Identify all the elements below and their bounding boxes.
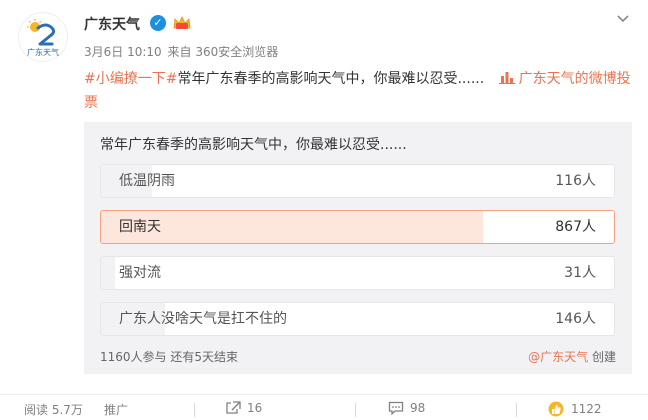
post-date[interactable]: 3月6日 10:10: [84, 45, 162, 59]
action-bar: 阅读 5.7万 推广 16 98 1122: [0, 394, 648, 420]
promote-button[interactable]: 推广: [104, 401, 128, 418]
vote-card: 常年广东春季的高影响天气中，你最难以忍受...... 低温阴雨 116人 回南天…: [84, 122, 632, 374]
comment-count: 98: [410, 401, 426, 415]
vote-option-count: 116人: [555, 173, 596, 189]
vote-option-label: 低温阴雨: [119, 173, 175, 189]
vote-icon: [498, 72, 515, 84]
more-chevron-icon[interactable]: [616, 12, 630, 28]
post-content: #小编撩一下#常年广东春季的高影响天气中，你最难以忍受...... 广东天气的微…: [84, 67, 632, 115]
like-button[interactable]: 1122: [547, 401, 602, 417]
repost-button[interactable]: 16: [225, 401, 262, 415]
vote-option[interactable]: 低温阴雨 116人: [100, 164, 615, 198]
vote-option-label: 广东人没啥天气是扛不住的: [119, 311, 287, 327]
vote-option[interactable]: 广东人没啥天气是扛不住的 146人: [100, 302, 615, 336]
weibo-post: 广东天气 广东天气 ✓ 3月6日 10:10 来自 360安全浏览器 #小编撩一…: [0, 0, 648, 420]
avatar-caption: 广东天气: [27, 47, 59, 57]
post-text: 常年广东春季的高影响天气中，你最难以忍受......: [177, 71, 485, 87]
vote-option-count: 146人: [555, 311, 596, 327]
repost-count: 16: [247, 401, 263, 415]
creator-suffix: 创建: [588, 350, 616, 364]
divider: [194, 403, 195, 417]
verified-icon: ✓: [150, 15, 166, 31]
vote-option-label: 强对流: [119, 265, 161, 281]
post-meta: 3月6日 10:10 来自 360安全浏览器: [84, 43, 280, 60]
vote-option[interactable]: 回南天 867人: [100, 210, 615, 244]
vote-option-label: 回南天: [119, 219, 161, 235]
like-count: 1122: [571, 402, 602, 416]
divider: [355, 403, 356, 417]
vote-creator: @广东天气 创建: [528, 348, 616, 365]
post-source: 来自 360安全浏览器: [167, 45, 279, 59]
vote-option-bar: [101, 257, 115, 289]
vote-option-count: 867人: [555, 219, 596, 235]
divider: [516, 403, 517, 417]
topic-link[interactable]: #小编撩一下#: [84, 71, 177, 87]
like-icon: [548, 401, 564, 417]
author-name[interactable]: 广东天气: [84, 14, 140, 34]
comment-icon: [388, 401, 404, 415]
weather-logo-icon: [27, 18, 56, 45]
comment-button[interactable]: 98: [388, 401, 425, 415]
vote-stats: 1160人参与 还有5天结束: [100, 350, 238, 364]
view-count: 阅读 5.7万: [24, 403, 83, 417]
avatar[interactable]: 广东天气: [18, 12, 68, 62]
creator-link[interactable]: @广东天气: [528, 350, 588, 364]
vote-title: 常年广东春季的高影响天气中，你最难以忍受......: [100, 137, 407, 153]
vote-option-count: 31人: [564, 265, 596, 281]
repost-icon: [226, 401, 241, 414]
vip-crown-icon: [173, 16, 191, 29]
vote-option[interactable]: 强对流 31人: [100, 256, 615, 290]
